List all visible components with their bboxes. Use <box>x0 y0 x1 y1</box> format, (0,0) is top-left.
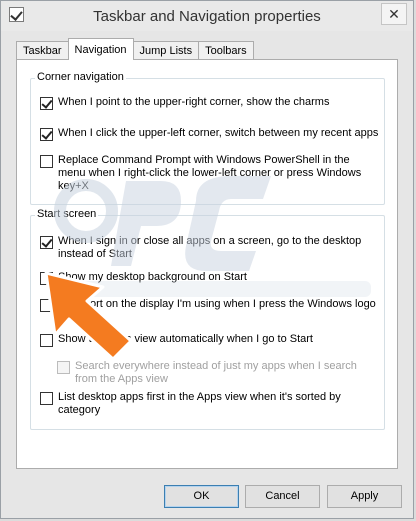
option-label: When I click the upper-left corner, swit… <box>58 127 379 139</box>
tab-navigation[interactable]: Navigation <box>67 38 134 60</box>
tab-jump-lists[interactable]: Jump Lists <box>132 41 200 59</box>
navigation-panel: Corner navigation When I point to the up… <box>16 59 398 469</box>
close-icon: ✕ <box>388 6 400 22</box>
checkbox[interactable] <box>40 128 53 141</box>
option-desktop-apps-first[interactable]: List desktop apps first in the Apps view… <box>40 391 370 417</box>
option-switch-recent-apps[interactable]: When I click the upper-left corner, swit… <box>40 127 385 141</box>
tab-toolbars[interactable]: Toolbars <box>198 41 254 59</box>
checkbox[interactable] <box>40 272 53 285</box>
option-label: List desktop apps first in the Apps view… <box>58 391 341 416</box>
group-label: Corner navigation <box>35 71 126 83</box>
option-label: Replace Command Prompt with Windows Powe… <box>58 154 362 192</box>
properties-window: Taskbar and Navigation properties ✕ Task… <box>0 0 414 519</box>
ok-button[interactable]: OK <box>164 485 239 508</box>
option-label: Show my desktop background on Start <box>58 271 247 283</box>
option-apps-view-auto[interactable]: Show the Apps view automatically when I … <box>40 333 380 347</box>
option-label: When I point to the upper-right corner, … <box>58 96 330 108</box>
option-label: Show the Apps view automatically when I … <box>58 333 313 345</box>
option-search-everywhere: Search everywhere instead of just my app… <box>57 360 377 386</box>
cancel-button[interactable]: Cancel <box>245 485 320 508</box>
close-button[interactable]: ✕ <box>381 3 407 25</box>
title-bar[interactable]: Taskbar and Navigation properties ✕ <box>1 1 413 31</box>
checkbox[interactable] <box>40 155 53 168</box>
group-label: Start screen <box>35 208 99 220</box>
option-desktop-background[interactable]: Show my desktop background on Start <box>40 271 380 285</box>
option-start-on-display[interactable]: ort on the display I'm using when I pres… <box>40 298 385 312</box>
option-powershell[interactable]: Replace Command Prompt with Windows Powe… <box>40 154 380 193</box>
checkbox[interactable] <box>40 236 53 249</box>
apply-button[interactable]: Apply <box>327 485 402 508</box>
checkbox[interactable] <box>40 334 53 347</box>
checkbox <box>57 361 70 374</box>
option-label: ort on the display I'm using when I pres… <box>90 298 376 310</box>
option-label: Search everywhere instead of just my app… <box>75 360 357 385</box>
tab-taskbar[interactable]: Taskbar <box>16 41 69 59</box>
checkbox[interactable] <box>40 392 53 405</box>
window-title: Taskbar and Navigation properties <box>93 8 321 25</box>
checkbox[interactable] <box>40 299 53 312</box>
tab-strip: Taskbar Navigation Jump Lists Toolbars <box>16 38 254 61</box>
option-show-charms[interactable]: When I point to the upper-right corner, … <box>40 96 380 110</box>
checkbox[interactable] <box>40 97 53 110</box>
option-label: When I sign in or close all apps on a sc… <box>58 235 362 260</box>
option-go-to-desktop[interactable]: When I sign in or close all apps on a sc… <box>40 235 380 261</box>
